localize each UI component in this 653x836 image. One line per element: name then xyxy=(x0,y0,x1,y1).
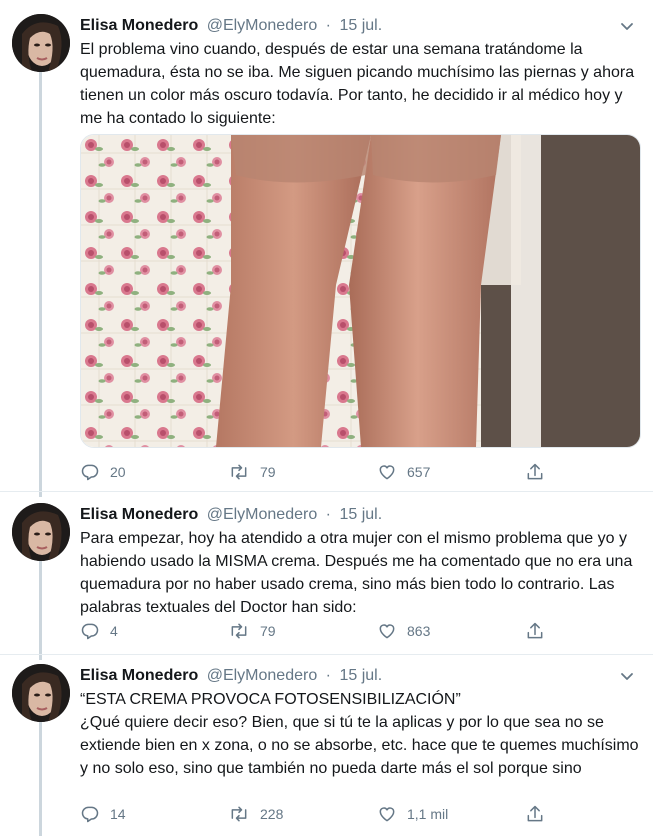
author-name[interactable]: Elisa Monedero xyxy=(80,667,198,684)
retweet-button[interactable]: 228 xyxy=(228,802,283,826)
divider xyxy=(0,654,653,655)
tweet-text: El problema vino cuando, después de esta… xyxy=(80,38,640,130)
like-count: 1,1 mil xyxy=(407,806,449,822)
tweet-header: Elisa Monedero @ElyMonedero · 15 jul. xyxy=(80,14,382,38)
reply-count: 4 xyxy=(110,623,118,639)
tweet-actions: 14 228 1,1 mil xyxy=(80,802,560,826)
author-handle[interactable]: @ElyMonedero xyxy=(207,667,318,684)
retweet-button[interactable]: 79 xyxy=(228,619,276,643)
tweet-actions: 20 79 657 xyxy=(80,460,560,484)
reply-button[interactable]: 4 xyxy=(80,619,118,643)
retweet-icon xyxy=(231,464,247,480)
reply-icon xyxy=(81,623,99,640)
avatar[interactable] xyxy=(12,664,70,722)
like-icon xyxy=(379,465,395,480)
author-handle[interactable]: @ElyMonedero xyxy=(207,17,318,34)
like-count: 863 xyxy=(407,623,431,639)
tweet-body: Para empezar, hoy ha atendido a otra muj… xyxy=(80,530,633,616)
chevron-down-icon[interactable] xyxy=(617,16,637,36)
retweet-icon xyxy=(231,806,247,822)
share-icon xyxy=(527,622,543,639)
like-icon xyxy=(379,624,395,639)
retweet-count: 79 xyxy=(260,623,276,639)
tweet-date[interactable]: 15 jul. xyxy=(339,17,382,34)
tweet-text: “ESTA CREMA PROVOCA FOTOSENSIBILIZACIÓN”… xyxy=(80,688,640,780)
separator: · xyxy=(325,667,331,684)
like-icon xyxy=(379,807,395,822)
reply-button[interactable]: 20 xyxy=(80,460,126,484)
retweet-count: 79 xyxy=(260,464,276,480)
like-button[interactable]: 863 xyxy=(377,619,430,643)
tweet-body: El problema vino cuando, después de esta… xyxy=(80,41,635,127)
tweet-header: Elisa Monedero @ElyMonedero · 15 jul. xyxy=(80,664,382,688)
tweet-quote: “ESTA CREMA PROVOCA FOTOSENSIBILIZACIÓN” xyxy=(80,691,461,708)
tweet-date[interactable]: 15 jul. xyxy=(339,667,382,684)
avatar[interactable] xyxy=(12,503,70,561)
chevron-down-icon[interactable] xyxy=(617,666,637,686)
tweet-header: Elisa Monedero @ElyMonedero · 15 jul. xyxy=(80,503,382,527)
tweet-date[interactable]: 15 jul. xyxy=(339,506,382,523)
tweet-actions: 4 79 863 xyxy=(80,619,560,643)
tweet[interactable]: Elisa Monedero @ElyMonedero · 15 jul. Pa… xyxy=(0,503,653,653)
retweet-icon xyxy=(231,623,247,639)
author-handle[interactable]: @ElyMonedero xyxy=(207,506,318,523)
author-name[interactable]: Elisa Monedero xyxy=(80,17,198,34)
tweet-photo[interactable] xyxy=(80,134,641,448)
reply-count: 20 xyxy=(110,464,126,480)
like-count: 657 xyxy=(407,464,431,480)
tweet[interactable]: Elisa Monedero @ElyMonedero · 15 jul. El… xyxy=(0,14,653,492)
tweet[interactable]: Elisa Monedero @ElyMonedero · 15 jul. “E… xyxy=(0,664,653,836)
separator: · xyxy=(325,506,331,523)
share-icon xyxy=(527,463,543,480)
share-button[interactable] xyxy=(525,802,555,826)
retweet-count: 228 xyxy=(260,806,284,822)
separator: · xyxy=(325,17,331,34)
tweet-body: ¿Qué quiere decir eso? Bien, que si tú t… xyxy=(80,714,639,777)
share-button[interactable] xyxy=(525,460,555,484)
divider xyxy=(0,491,653,492)
share-button[interactable] xyxy=(525,619,555,643)
reply-icon xyxy=(81,464,99,481)
retweet-button[interactable]: 79 xyxy=(228,460,276,484)
tweet-text: Para empezar, hoy ha atendido a otra muj… xyxy=(80,527,640,619)
reply-icon xyxy=(81,806,99,823)
reply-button[interactable]: 14 xyxy=(80,802,126,826)
like-button[interactable]: 657 xyxy=(377,460,430,484)
author-name[interactable]: Elisa Monedero xyxy=(80,506,198,523)
like-button[interactable]: 1,1 mil xyxy=(377,802,448,826)
share-icon xyxy=(527,805,543,822)
avatar[interactable] xyxy=(12,14,70,72)
reply-count: 14 xyxy=(110,806,126,822)
